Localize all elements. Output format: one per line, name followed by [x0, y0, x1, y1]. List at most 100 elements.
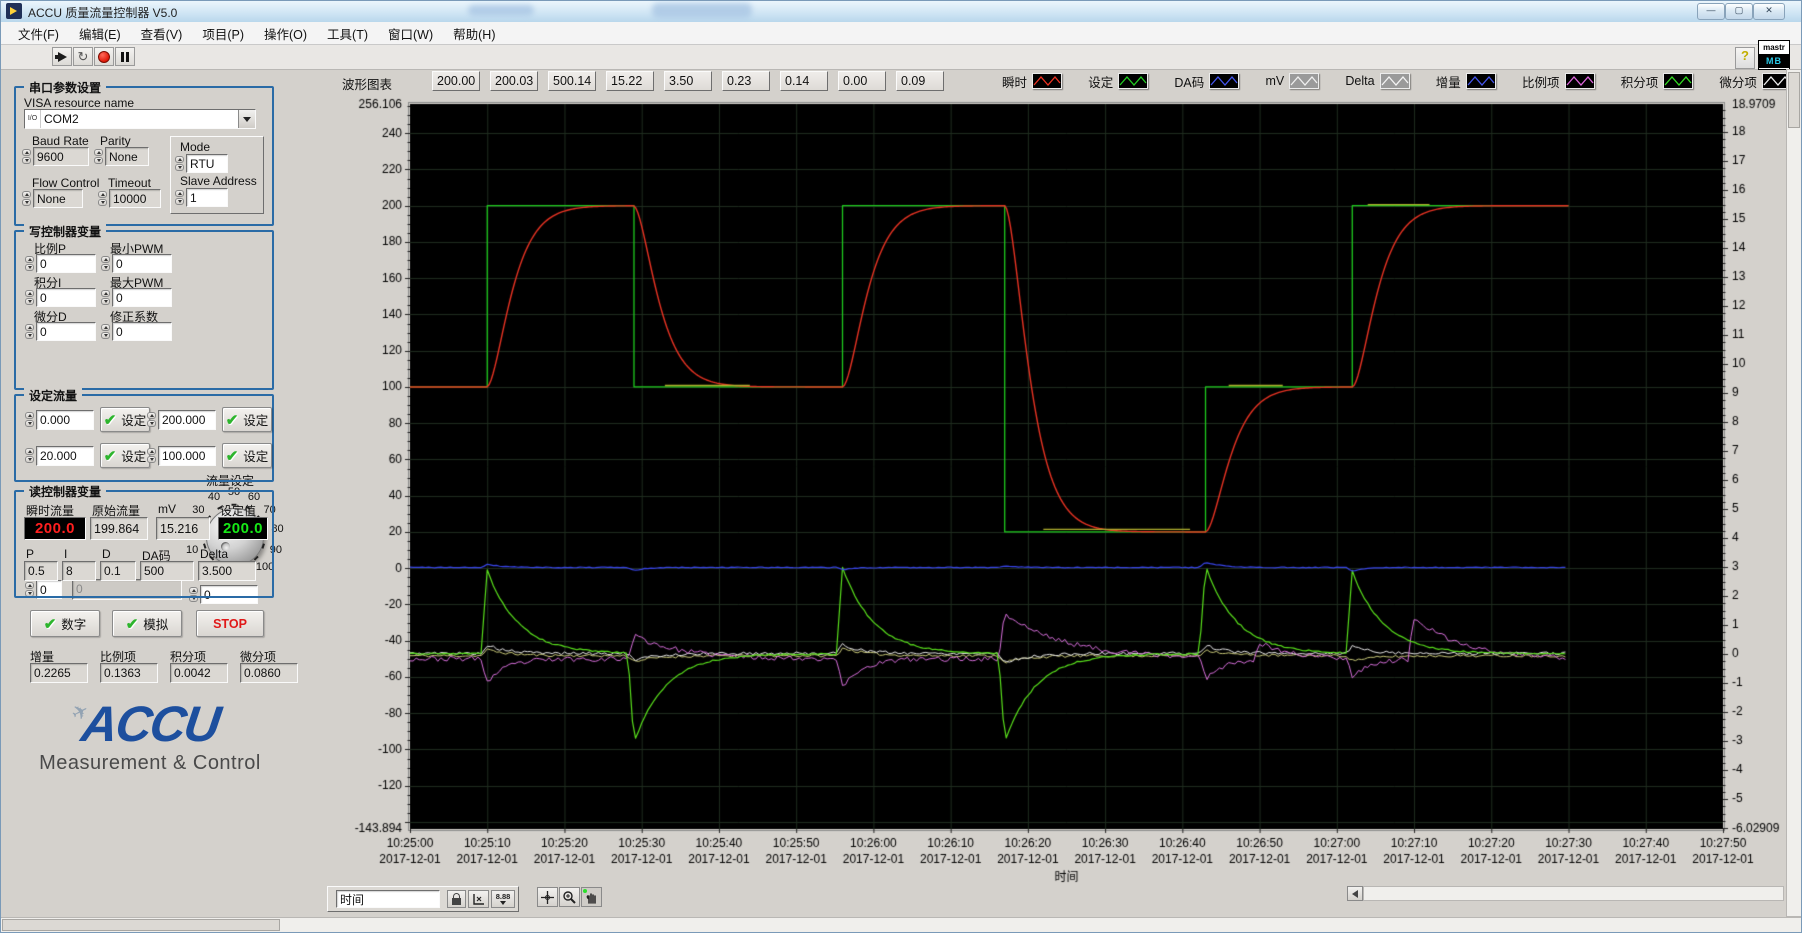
check-icon: ✔	[44, 615, 57, 633]
baud-field[interactable]: 9600	[33, 147, 89, 166]
write-field-spinner[interactable]	[100, 288, 111, 306]
chart-value-box: 200.00	[432, 71, 480, 91]
zoom-tool-button[interactable]	[559, 887, 580, 907]
preset-spinner[interactable]	[24, 446, 35, 464]
check-icon: ✔	[104, 447, 117, 465]
legend-item-3[interactable]: mV	[1265, 73, 1319, 89]
timeout-spinner[interactable]	[97, 189, 108, 207]
mode-field[interactable]: RTU	[186, 154, 228, 173]
chart-title: 波形图表	[342, 74, 392, 93]
xscale-name-input[interactable]: 时间	[336, 890, 440, 908]
set-button[interactable]: ✔设定	[100, 407, 150, 432]
write-field-input[interactable]: 0	[36, 254, 96, 273]
format-button[interactable]: 8.88	[491, 890, 515, 908]
pan-tool-button[interactable]	[581, 887, 602, 907]
digital-button[interactable]: ✔ 数字	[30, 610, 100, 637]
legend-line-icon	[1289, 73, 1319, 89]
horizontal-scrollbar-thumb[interactable]	[2, 919, 280, 931]
legend-item-6[interactable]: 比例项	[1522, 72, 1595, 91]
set-button[interactable]: ✔设定	[100, 443, 150, 468]
pause-button[interactable]	[115, 47, 135, 66]
chart-scrollbar[interactable]	[1363, 886, 1784, 901]
preset-value-input[interactable]: 0.000	[36, 410, 94, 430]
menu-item-1[interactable]: 编辑(E)	[69, 21, 131, 46]
visa-resource-combo[interactable]: I/O COM2	[24, 109, 256, 129]
menu-item-3[interactable]: 项目(P)	[192, 21, 254, 46]
legend-item-7[interactable]: 积分项	[1621, 72, 1694, 91]
legend-line-icon	[1380, 73, 1410, 89]
context-help-button[interactable]: ?	[1735, 47, 1755, 69]
menu-item-0[interactable]: 文件(F)	[8, 21, 69, 46]
close-button[interactable]: ✕	[1753, 3, 1785, 20]
write-field-spinner[interactable]	[24, 288, 35, 306]
waveform-chart[interactable]	[292, 94, 1784, 896]
read-var-label: P	[26, 547, 34, 561]
write-field-input[interactable]: 0	[112, 322, 172, 341]
cursor-tool-button[interactable]	[537, 887, 558, 907]
write-field-spinner[interactable]	[100, 254, 111, 272]
analog-button[interactable]: ✔ 模拟	[112, 610, 182, 637]
chart-scroll-left-button[interactable]	[1347, 886, 1363, 901]
mode-spinner[interactable]	[174, 154, 185, 172]
set-button-label: 设定	[121, 410, 146, 429]
read-var-value: 3.500	[198, 561, 256, 581]
write-field-input[interactable]: 0	[36, 288, 96, 307]
write-field-input[interactable]: 0	[36, 322, 96, 341]
legend-line-icon	[1565, 73, 1595, 89]
abort-button[interactable]	[94, 47, 114, 66]
visa-io-icon: I/O	[25, 110, 41, 128]
write-field-spinner[interactable]	[24, 322, 35, 340]
legend-item-1[interactable]: 设定	[1088, 72, 1148, 91]
read-var-value: 8	[62, 561, 96, 581]
preset-value-input[interactable]: 20.000	[36, 446, 94, 466]
legend-item-5[interactable]: 增量	[1436, 72, 1496, 91]
vertical-scrollbar-thumb[interactable]	[1788, 72, 1800, 128]
pid-output-value: 0.0860	[240, 663, 298, 683]
preset-spinner[interactable]	[146, 410, 157, 428]
combo-dropdown-icon[interactable]	[238, 110, 255, 128]
baud-spinner[interactable]	[21, 147, 32, 165]
slave-address-field[interactable]: 1	[186, 188, 228, 207]
horizontal-scrollbar[interactable]	[0, 917, 1802, 933]
run-button[interactable]	[52, 47, 72, 66]
set-button[interactable]: ✔设定	[222, 407, 272, 432]
preset-value-input[interactable]: 200.000	[158, 410, 216, 430]
run-continuous-button[interactable]: ↻	[73, 47, 93, 66]
vertical-scrollbar[interactable]	[1786, 69, 1802, 917]
preset-value-input[interactable]: 100.000	[158, 446, 216, 466]
read-var-value: 200.0	[218, 517, 268, 540]
set-button-label: 设定	[243, 446, 268, 465]
chart-value-box: 3.50	[664, 71, 712, 91]
minimize-button[interactable]: —	[1697, 3, 1725, 20]
menu-item-4[interactable]: 操作(O)	[254, 21, 317, 46]
timeout-field[interactable]: 10000	[109, 189, 161, 208]
parity-spinner[interactable]	[93, 147, 104, 165]
legend-item-4[interactable]: Delta	[1345, 73, 1409, 89]
stop-button[interactable]: STOP	[196, 610, 264, 637]
legend-item-8[interactable]: 微分项	[1719, 72, 1792, 91]
menu-item-2[interactable]: 查看(V)	[131, 21, 193, 46]
legend-label: DA码	[1174, 72, 1204, 91]
badge-top-text: mastr	[1759, 41, 1789, 54]
flow-spinner[interactable]	[21, 189, 32, 207]
legend-item-0[interactable]: 瞬时	[1002, 72, 1062, 91]
legend-item-2[interactable]: DA码	[1174, 72, 1239, 91]
set-button[interactable]: ✔设定	[222, 443, 272, 468]
write-field-spinner[interactable]	[24, 254, 35, 272]
menu-item-7[interactable]: 帮助(H)	[443, 21, 505, 46]
preset-spinner[interactable]	[24, 410, 35, 428]
maximize-button[interactable]: ▢	[1725, 3, 1753, 20]
write-field-input[interactable]: 0	[112, 254, 172, 273]
write-field-spinner[interactable]	[100, 322, 111, 340]
write-field-input[interactable]: 0	[112, 288, 172, 307]
toolbar: ↻	[0, 45, 1802, 70]
check-icon: ✔	[126, 615, 139, 633]
flow-control-field[interactable]: None	[33, 189, 83, 208]
menu-item-6[interactable]: 窗口(W)	[378, 21, 443, 46]
autoscale-button[interactable]	[468, 890, 489, 908]
preset-spinner[interactable]	[146, 446, 157, 464]
slave-spinner[interactable]	[174, 188, 185, 206]
menu-item-5[interactable]: 工具(T)	[317, 21, 378, 46]
scale-lock-button[interactable]	[447, 890, 466, 908]
parity-field[interactable]: None	[105, 147, 149, 166]
